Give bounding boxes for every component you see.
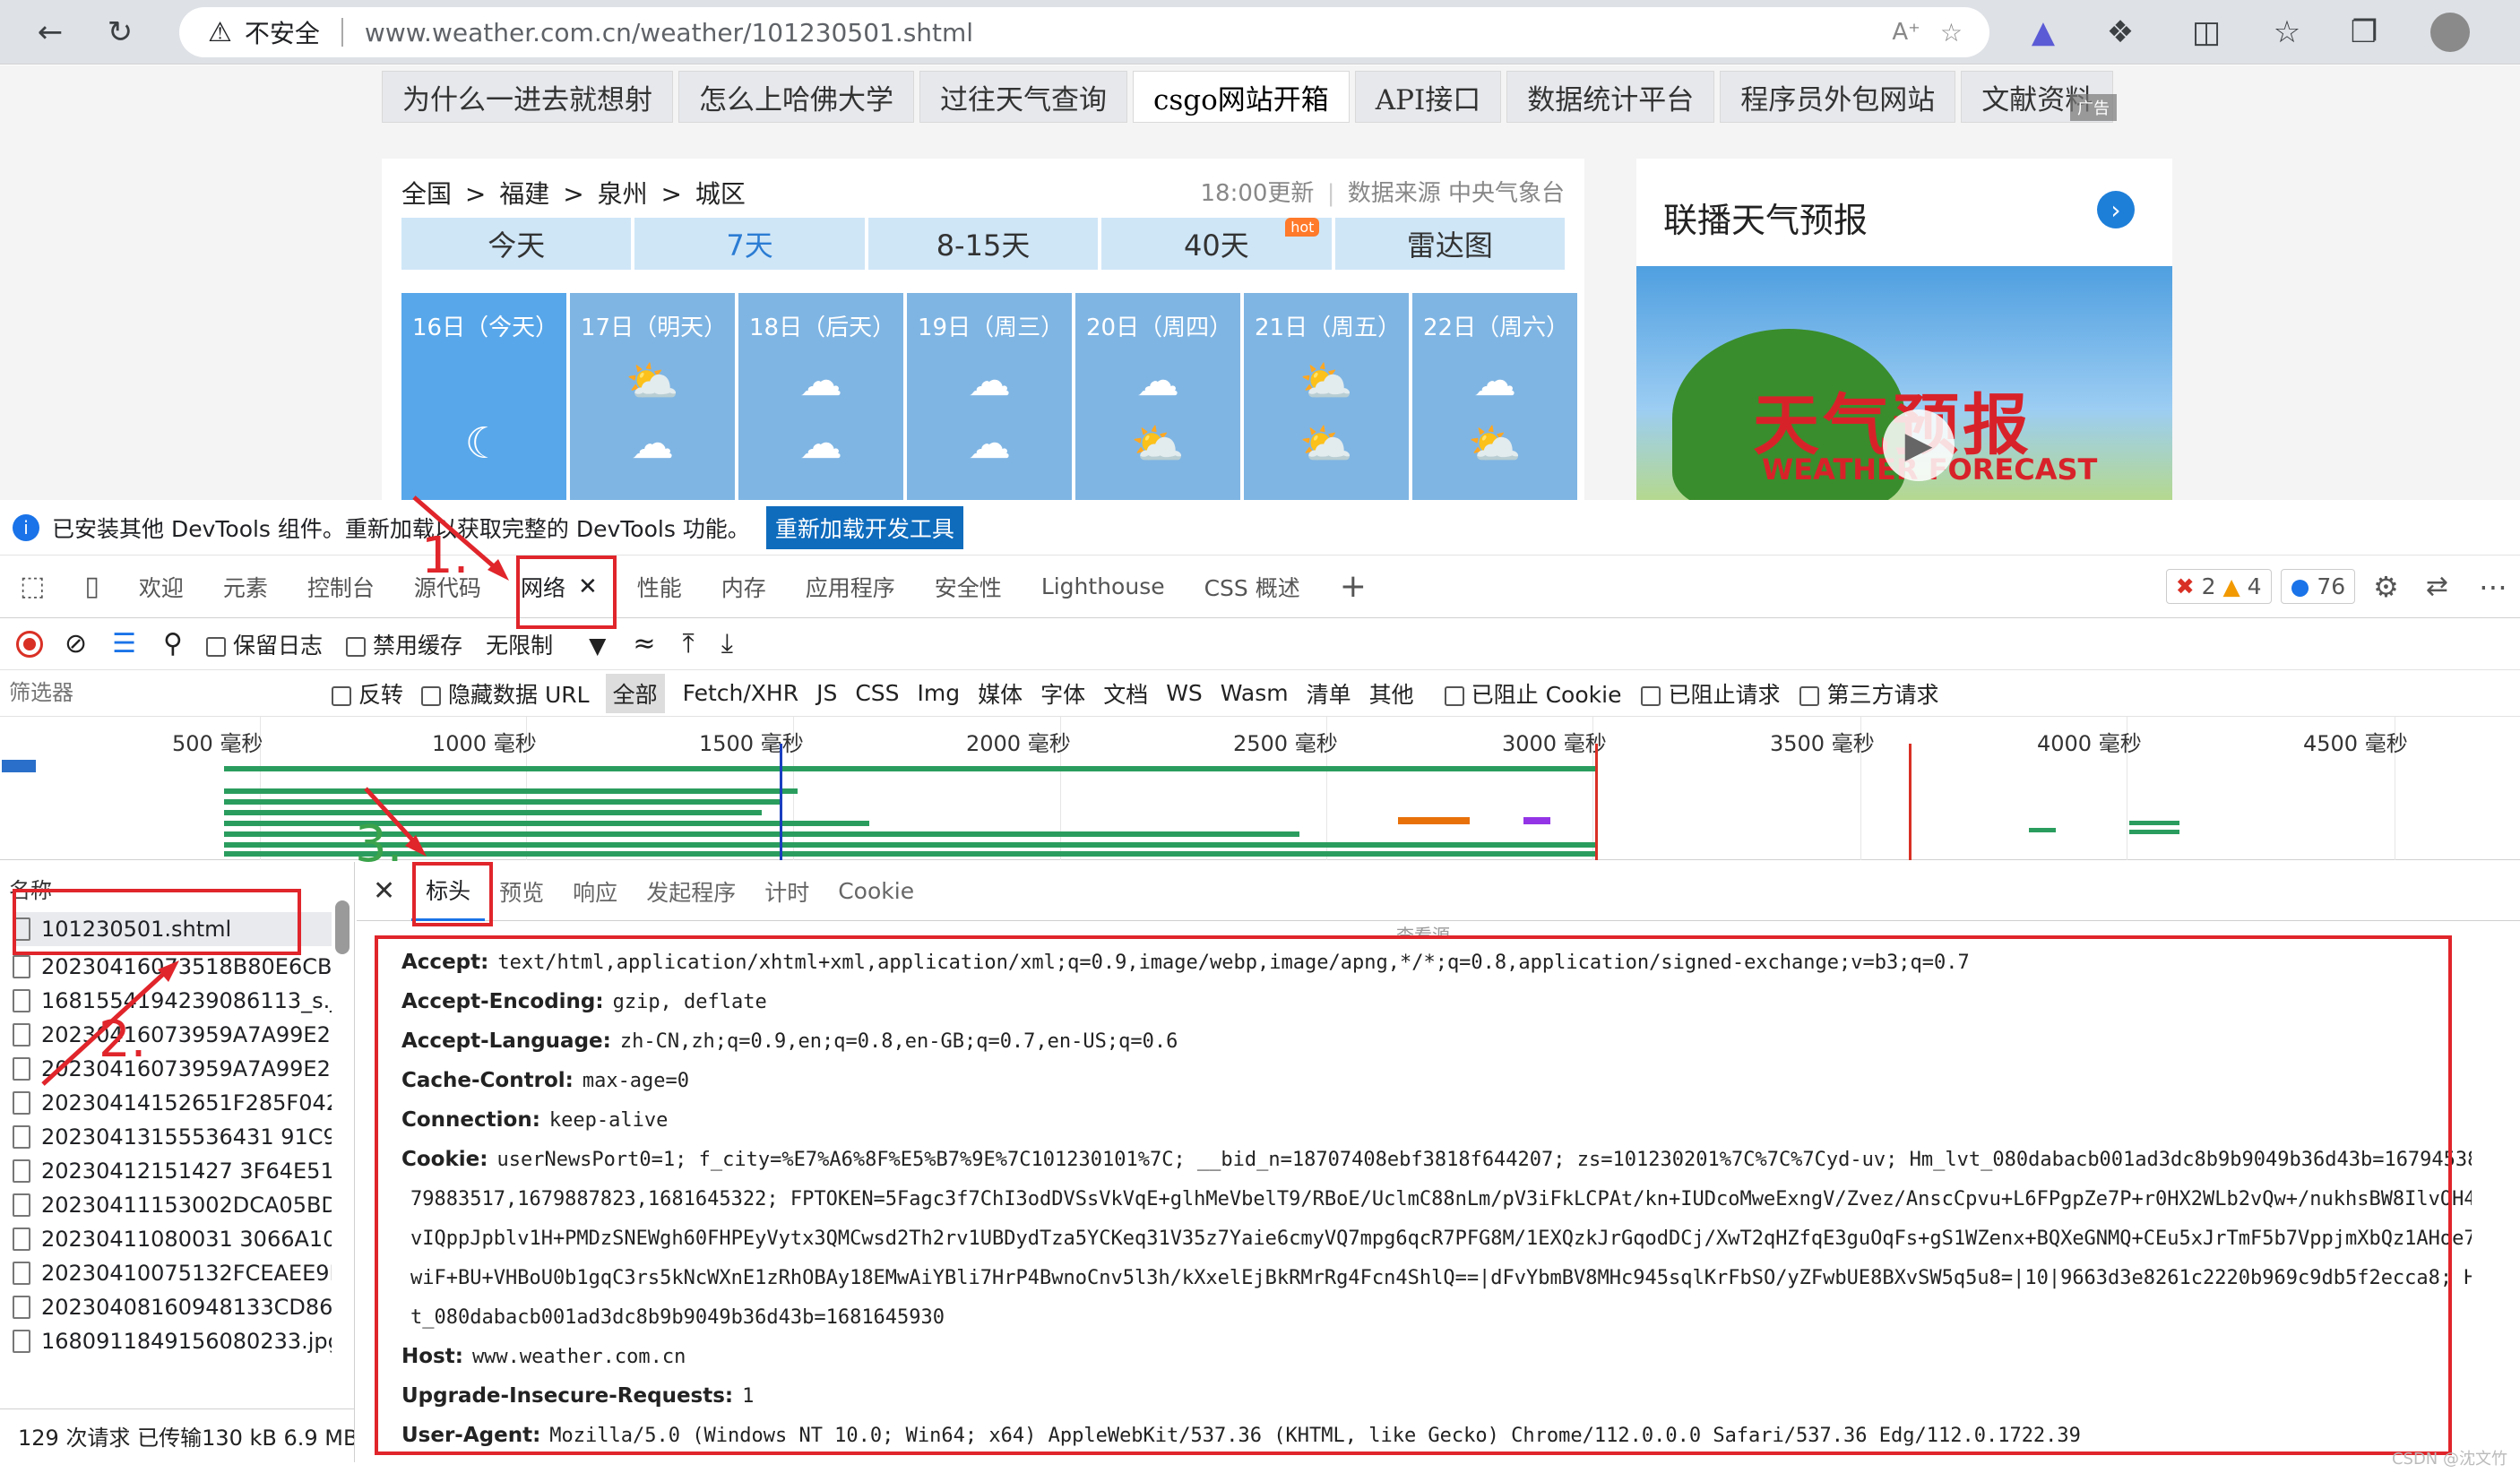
annotation-arrows	[41, 495, 509, 1086]
watermark: CSDN @沈文竹	[2391, 1450, 2507, 1469]
